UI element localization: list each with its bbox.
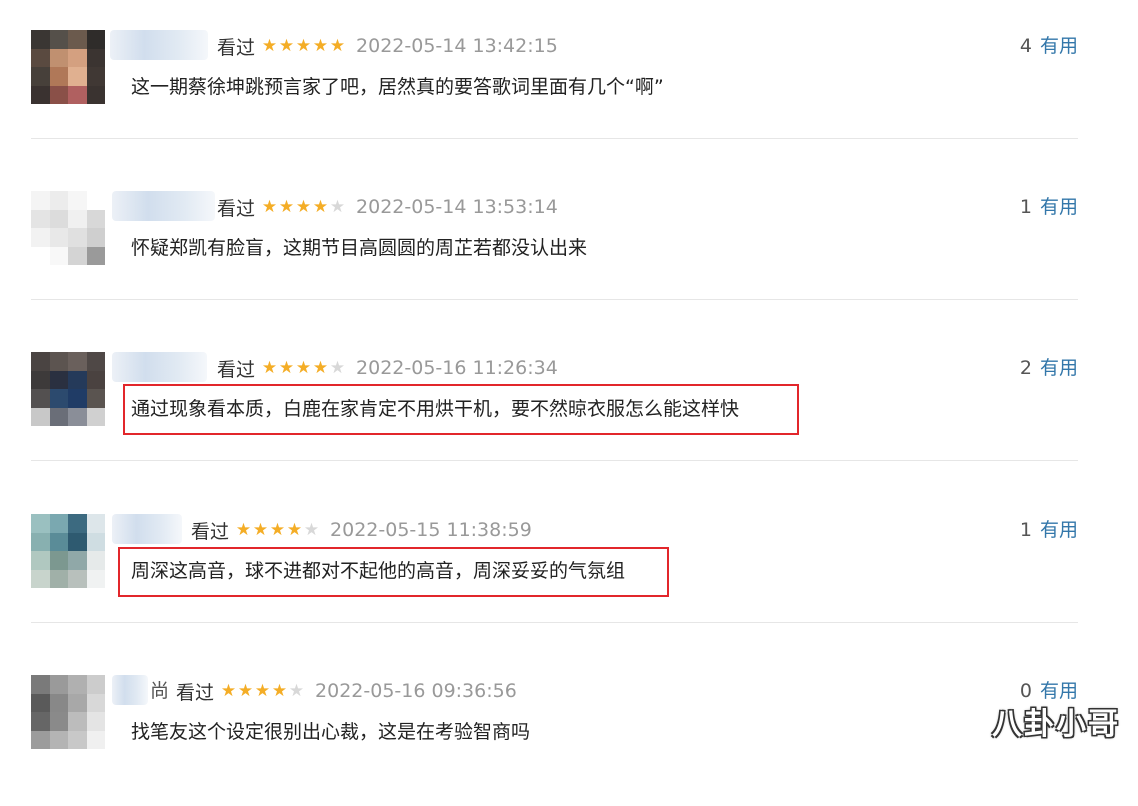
star-filled-icon: ★ (295, 197, 312, 217)
star-filled-icon: ★ (286, 520, 303, 540)
star-empty-icon: ★ (288, 681, 305, 701)
review-item: 尚看过 ★ ★ ★ ★ ★ 2022-05-16 09:36:56 0 有用 找笔友这个设定很别出… (0, 645, 1138, 806)
watched-status: 看过 (217, 36, 256, 59)
useful-vote: 4 有用 (1020, 34, 1078, 58)
star-filled-icon: ★ (312, 36, 329, 56)
review-item: 看过 ★ ★ ★ ★ ★ 2022-05-15 11:38:59 1 有用 周深这高音，球不进都对… (0, 484, 1138, 645)
review-meta: 看过 ★ ★ ★ ★ ★ 2022-05-14 13:53:14 (217, 195, 558, 220)
username-blurred[interactable] (110, 30, 208, 60)
review-timestamp: 2022-05-14 13:53:14 (356, 196, 558, 218)
star-rating: ★ ★ ★ ★ ★ (261, 197, 346, 217)
star-rating: ★ ★ ★ ★ ★ (220, 681, 305, 701)
star-filled-icon: ★ (261, 197, 278, 217)
useful-button[interactable]: 有用 (1040, 35, 1078, 57)
star-filled-icon: ★ (235, 520, 252, 540)
star-rating: ★ ★ ★ ★ ★ (261, 358, 346, 378)
star-filled-icon: ★ (278, 358, 295, 378)
star-rating: ★ ★ ★ ★ ★ (235, 520, 320, 540)
watched-status: 看过 (191, 520, 230, 543)
useful-count: 4 (1019, 35, 1032, 57)
star-filled-icon: ★ (278, 36, 295, 56)
star-filled-icon: ★ (295, 36, 312, 56)
username-blurred[interactable] (112, 352, 207, 382)
watched-status: 看过 (176, 681, 215, 704)
star-rating: ★ ★ ★ ★ ★ (261, 36, 346, 56)
divider (31, 460, 1078, 461)
star-filled-icon: ★ (237, 681, 254, 701)
useful-vote: 1 有用 (1020, 518, 1078, 542)
avatar[interactable] (31, 352, 105, 426)
star-filled-icon: ★ (312, 358, 329, 378)
review-comment: 怀疑郑凯有脸盲，这期节目高圆圆的周芷若都没认出来 (131, 237, 588, 259)
star-filled-icon: ★ (329, 36, 346, 56)
review-meta: 看过 ★ ★ ★ ★ ★ 2022-05-16 09:36:56 (176, 679, 517, 704)
useful-button[interactable]: 有用 (1040, 196, 1078, 218)
useful-button[interactable]: 有用 (1040, 357, 1078, 379)
review-timestamp: 2022-05-16 09:36:56 (315, 680, 517, 702)
star-empty-icon: ★ (303, 520, 320, 540)
divider (31, 299, 1078, 300)
star-empty-icon: ★ (329, 197, 346, 217)
review-timestamp: 2022-05-15 11:38:59 (330, 519, 532, 541)
star-filled-icon: ★ (271, 681, 288, 701)
review-comment: 周深这高音，球不进都对不起他的高音，周深妥妥的气氛组 (131, 560, 626, 582)
useful-vote: 1 有用 (1020, 195, 1078, 219)
username-tail[interactable]: 尚 (150, 679, 169, 703)
star-filled-icon: ★ (261, 358, 278, 378)
review-item: 看过 ★ ★ ★ ★ ★ 2022-05-16 11:26:34 2 有用 通过现象看本质，白鹿在… (0, 322, 1138, 483)
divider (31, 622, 1078, 623)
avatar[interactable] (31, 514, 105, 588)
review-comment: 找笔友这个设定很别出心裁，这是在考验智商吗 (131, 721, 531, 743)
star-filled-icon: ★ (278, 197, 295, 217)
useful-button[interactable]: 有用 (1040, 519, 1078, 541)
avatar[interactable] (31, 30, 105, 104)
star-filled-icon: ★ (220, 681, 237, 701)
watermark: 八卦小哥 (992, 707, 1120, 742)
star-empty-icon: ★ (329, 358, 346, 378)
star-filled-icon: ★ (269, 520, 286, 540)
watched-status: 看过 (217, 358, 256, 381)
review-comment: 通过现象看本质，白鹿在家肯定不用烘干机，要不然晾衣服怎么能这样快 (131, 398, 740, 420)
divider (31, 138, 1078, 139)
username-blurred[interactable] (112, 675, 148, 705)
review-item: 看过 ★ ★ ★ ★ ★ 2022-05-14 13:53:14 1 有用 怀疑郑凯有脸盲，这期节… (0, 161, 1138, 322)
star-filled-icon: ★ (252, 520, 269, 540)
avatar[interactable] (31, 675, 105, 749)
star-filled-icon: ★ (261, 36, 278, 56)
star-filled-icon: ★ (254, 681, 271, 701)
useful-count: 1 (1019, 519, 1032, 541)
username-blurred[interactable] (112, 191, 215, 221)
review-meta: 看过 ★ ★ ★ ★ ★ 2022-05-16 11:26:34 (217, 356, 558, 381)
username-blurred[interactable] (112, 514, 182, 544)
avatar[interactable] (31, 191, 105, 265)
review-item: 看过 ★ ★ ★ ★ ★ 2022-05-14 13:42:15 4 有用 这一期蔡徐坤跳预言家了… (0, 0, 1138, 161)
star-filled-icon: ★ (295, 358, 312, 378)
useful-vote: 2 有用 (1020, 356, 1078, 380)
review-meta: 看过 ★ ★ ★ ★ ★ 2022-05-15 11:38:59 (191, 518, 532, 543)
star-filled-icon: ★ (312, 197, 329, 217)
review-timestamp: 2022-05-16 11:26:34 (356, 357, 558, 379)
useful-count: 1 (1019, 196, 1032, 218)
review-timestamp: 2022-05-14 13:42:15 (356, 35, 558, 57)
watched-status: 看过 (217, 197, 256, 220)
useful-count: 2 (1019, 357, 1032, 379)
review-meta: 看过 ★ ★ ★ ★ ★ 2022-05-14 13:42:15 (217, 34, 558, 59)
review-comment: 这一期蔡徐坤跳预言家了吧，居然真的要答歌词里面有几个“啊” (131, 76, 664, 98)
